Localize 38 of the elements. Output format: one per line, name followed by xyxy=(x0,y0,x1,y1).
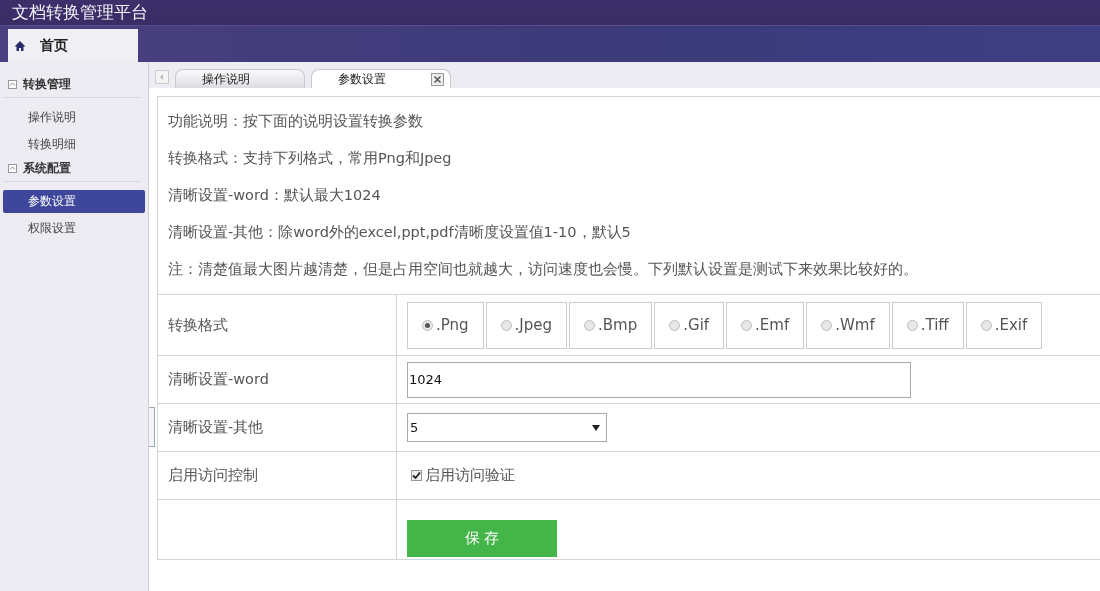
option-label: .Jpeg xyxy=(514,316,553,334)
option-label: .Emf xyxy=(755,316,790,334)
select-dropdown[interactable]: 5 xyxy=(407,413,607,442)
input-field[interactable]: 1024 xyxy=(407,361,911,398)
checkbox-label: 启用访问验证 xyxy=(425,466,515,485)
option-label: .Png xyxy=(436,316,469,334)
field-label: 清晰设置-其他 xyxy=(168,418,264,437)
note-text: 清晰设置-word：默认最大1024 xyxy=(168,186,382,205)
option-label: .Bmp xyxy=(598,316,638,334)
sidebar-item[interactable]: 权限设置 xyxy=(3,217,145,240)
field-label: 转换格式 xyxy=(168,315,228,335)
format-option[interactable]: .Tiff xyxy=(891,301,964,349)
option-label: .Tiff xyxy=(920,316,949,334)
format-option[interactable]: .Gif xyxy=(654,301,725,349)
note-text: 功能说明：按下面的说明设置转换参数 xyxy=(168,112,424,131)
sidebar-item[interactable]: 转换明细 xyxy=(3,133,145,156)
note-text: 转换格式：支持下列格式，常用Png和Jpeg xyxy=(168,149,453,168)
option-label: .Gif xyxy=(683,316,710,334)
format-option[interactable]: .Bmp xyxy=(569,301,653,349)
format-option[interactable]: .Exif xyxy=(965,301,1043,349)
format-option[interactable]: .Jpeg xyxy=(485,301,568,349)
field-label: 清晰设置-word xyxy=(168,370,269,389)
field-label: 启用访问控制 xyxy=(168,466,258,485)
format-option[interactable]: .Png xyxy=(407,301,484,349)
home-tab[interactable]: 首页 xyxy=(8,29,138,62)
sidebar-item[interactable]: 参数设置 xyxy=(3,190,145,213)
sidebar-item[interactable]: 操作说明 xyxy=(3,106,145,129)
sidebar-group-title[interactable]: 转换管理 xyxy=(23,76,71,93)
tab[interactable]: 操作说明 xyxy=(175,69,305,88)
app-title: 文档转换管理平台 xyxy=(12,1,148,24)
note-text: 清晰设置-其他：除word外的excel,ppt,pdf清晰度设置值1-10，默认5 xyxy=(168,223,632,242)
note-text: 注：清楚值最大图片越清楚，但是占用空间也就越大，访问速度也会慢。下列默认设置是测试下来效果比较好的。 xyxy=(168,260,919,279)
format-option[interactable]: .Emf xyxy=(726,301,805,349)
sidebar-group-title[interactable]: 系统配置 xyxy=(23,160,71,177)
tab[interactable]: 参数设置 xyxy=(311,69,451,88)
option-label: .Wmf xyxy=(835,316,875,334)
option-label: .Exif xyxy=(994,316,1028,334)
format-option[interactable]: .Wmf xyxy=(806,301,890,349)
